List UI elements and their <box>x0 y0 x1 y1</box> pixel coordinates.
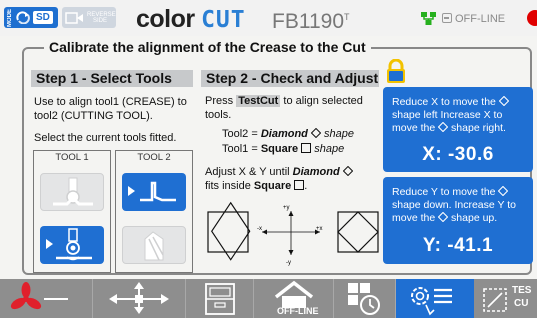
test-cut-label-2: CU <box>514 298 529 309</box>
square-icon <box>301 143 312 153</box>
settings-menu-button[interactable] <box>396 279 474 318</box>
reverse-side-button[interactable]: REVERSE SIDE <box>62 7 116 28</box>
file-cabinet-icon <box>205 283 235 315</box>
diamond-icon <box>498 95 510 107</box>
status-label: OFF-LINE <box>455 13 506 25</box>
move-head-button[interactable] <box>93 279 186 318</box>
x-offset-value[interactable]: X: -30.6 <box>383 144 533 166</box>
test-cut-button[interactable]: TES CU <box>474 279 537 318</box>
adjust-y-line3a: move the <box>392 212 436 224</box>
brand-cut: CUT <box>201 7 246 33</box>
tool2-tangential-blade-option[interactable] <box>122 173 186 211</box>
diamond-icon <box>310 127 322 139</box>
step2-heading: Step 2 - Check and Adjust <box>201 70 379 87</box>
fits-shape: Square <box>253 180 292 192</box>
page-title: Calibrate the alignment of the Crease to… <box>44 39 371 55</box>
tool1-pre: Tool1 = <box>222 143 258 155</box>
diamond-icon <box>437 211 449 223</box>
mode-swap-icon <box>16 11 30 24</box>
axis-minus-y-label: -y <box>286 260 291 266</box>
reverse-side-icon <box>65 11 83 24</box>
diamond-icon <box>342 165 353 177</box>
crease-wheel-icon <box>53 177 93 206</box>
press-rest: to align selected <box>283 95 363 107</box>
diamond-icon <box>498 185 509 197</box>
tool2-pre: Tool2 = <box>222 128 258 140</box>
axis-plus-x-label: +x <box>316 226 323 232</box>
fan-icon <box>10 282 68 310</box>
grid-timer-icon <box>348 283 380 315</box>
square-icon <box>294 180 305 190</box>
diagram-axis-cross: +y -y -x +x <box>257 205 323 266</box>
tool2-shape-line: Tool2 = Diamond shape <box>222 127 354 141</box>
adjust-y-instructions: Reduce Y to move the shape down. Increas… <box>392 185 530 225</box>
drag-knife-icon <box>144 231 164 261</box>
tool1-post: shape <box>314 143 345 155</box>
tool1-shape-line: Tool1 = Square shape <box>222 142 344 156</box>
diamond-icon <box>437 121 449 133</box>
network-icon[interactable] <box>420 11 437 26</box>
offline-home-button[interactable]: OFF-LINE <box>254 279 334 318</box>
tangential-blade-icon <box>128 181 176 202</box>
model-sup: T <box>344 12 350 22</box>
testcut-label: TestCut <box>236 95 281 107</box>
axis-minus-x-label: -x <box>257 226 262 232</box>
press-word: Press <box>205 95 234 107</box>
file-storage-button[interactable] <box>186 279 254 318</box>
bottom-toolbar: OFF-LINE TES CU <box>0 279 537 318</box>
adjust-x-line3a: move the <box>392 122 436 134</box>
tool1-header: TOOL 1 <box>33 150 111 164</box>
job-timer-button[interactable] <box>334 279 396 318</box>
axis-plus-y-label: +y <box>283 205 290 211</box>
adjust-shape: Diamond <box>292 166 340 178</box>
diagram-left-shape <box>207 201 251 261</box>
tool2-header: TOOL 2 <box>115 150 193 164</box>
adjust-y-line3b: shape up. <box>451 212 498 224</box>
model-number: FB1190T <box>272 10 350 34</box>
brand-prefix: color <box>136 5 195 33</box>
adjust-x-line3b: shape right. <box>451 122 506 134</box>
fits-line: fits inside Square . <box>205 180 308 192</box>
step1-heading: Step 1 - Select Tools <box>31 70 193 87</box>
creasing-wheel-icon <box>46 228 92 261</box>
move-arrows-icon <box>109 282 169 314</box>
offline-home-label: OFF-LINE <box>277 306 319 316</box>
sd-badge: SD <box>33 11 53 24</box>
tool1-shape-name: Square <box>260 143 299 155</box>
fits-pre: fits inside <box>205 180 251 192</box>
settings-gear-icon <box>411 287 452 316</box>
adjust-x-line2: shape left Increase X to <box>392 109 503 121</box>
mode-sd-button[interactable]: MODE SD <box>4 7 58 28</box>
adjust-line: Adjust X & Y until Diamond <box>205 165 383 179</box>
adjust-y-panel[interactable]: Reduce Y to move the shape down. Increas… <box>383 177 533 264</box>
fan-vacuum-button[interactable] <box>0 279 93 318</box>
adjust-y-line2: shape down. Increase Y to <box>392 199 516 211</box>
tool2-drag-knife-option[interactable] <box>122 226 186 264</box>
step1-description: Use to align tool1 (CREASE) to tool2 (CU… <box>34 96 187 122</box>
lock-icon[interactable] <box>385 59 407 84</box>
step1-instruction: Select the current tools fitted. <box>34 132 177 144</box>
adjust-x-panel[interactable]: Reduce X to move the shape left Increase… <box>383 87 533 172</box>
tool1-creasing-wheel-option[interactable] <box>40 226 104 264</box>
mode-tag: MODE <box>7 8 13 27</box>
step2-press-line: Press TestCut to align selected <box>205 94 383 108</box>
adjust-y-line1: Reduce Y to move the <box>392 186 496 198</box>
alignment-diagram: +y -y -x +x <box>207 201 379 266</box>
tool2-shape-name: Diamond <box>260 128 308 140</box>
test-cut-label-1: TES <box>512 285 532 296</box>
status-dot-icon <box>527 10 537 26</box>
adjust-pre: Adjust X & Y until <box>205 166 290 178</box>
offline-box-icon <box>442 13 452 23</box>
reverse-side-label: REVERSE SIDE <box>87 11 116 24</box>
tool1-crease-option[interactable] <box>40 173 104 211</box>
brand-logo: color CUT <box>136 5 246 34</box>
model-text: FB1190 <box>272 10 344 33</box>
tools-word: tools. <box>205 109 232 121</box>
adjust-x-instructions: Reduce X to move the shape left Increase… <box>392 95 530 135</box>
diagram-right-shape <box>337 211 379 253</box>
y-offset-value[interactable]: Y: -41.1 <box>383 235 533 257</box>
tool2-post: shape <box>324 128 355 140</box>
header-bar: MODE SD REVERSE SIDE color CUT FB1190T O… <box>0 0 537 36</box>
adjust-x-line1: Reduce X to move the <box>392 96 496 108</box>
